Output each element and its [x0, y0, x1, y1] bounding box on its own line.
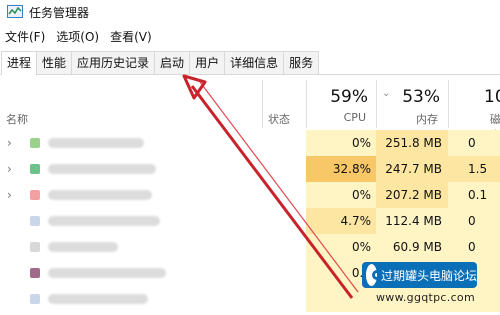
menu-options[interactable]: 选项(O)	[51, 28, 105, 46]
process-icon	[30, 216, 40, 226]
memory-total-percent: 53%	[402, 87, 440, 107]
process-name-blurred	[48, 164, 156, 174]
tab-app-history[interactable]: 应用历史记录	[71, 51, 156, 74]
process-icon	[30, 294, 40, 304]
cpu-cell: 0%	[306, 130, 376, 156]
process-name-blurred	[48, 190, 152, 200]
process-name-blurred	[48, 242, 118, 252]
process-icon	[30, 242, 40, 252]
watermark-url: www.ggqtpc.com	[376, 291, 475, 304]
memory-label: 内存	[416, 113, 438, 126]
memory-cell: 207.2 MB	[376, 182, 448, 208]
menu-view[interactable]: 查看(V)	[105, 28, 158, 46]
table-row[interactable]: 4.7% 112.4 MB 0 MB/s	[0, 208, 500, 254]
tab-users[interactable]: 用户	[189, 51, 226, 74]
watermark-title: 过期罐头电脑论坛	[380, 268, 477, 283]
watermark-badge: 过期罐头电脑论坛	[362, 262, 477, 288]
window-title: 任务管理器	[29, 5, 90, 20]
tab-processes[interactable]: 进程	[1, 51, 38, 75]
table-row[interactable]: › 0% 251.8 MB 0 MB/s	[0, 130, 500, 176]
process-name-blurred	[48, 138, 144, 148]
process-name-blurred	[48, 268, 166, 278]
cpu-label: CPU	[343, 111, 366, 124]
column-header: 名称 状态 59% CPU ⌄ 53% 内存 10 磁盘	[0, 80, 500, 142]
memory-cell: 251.8 MB	[376, 130, 448, 156]
memory-cell: 60.9 MB	[376, 234, 448, 260]
column-name[interactable]: 名称	[6, 111, 28, 127]
title-bar: 任务管理器	[0, 0, 500, 24]
cpu-total-percent: 59%	[330, 87, 368, 107]
disk-total-percent: 10	[484, 87, 500, 107]
tab-startup[interactable]: 启动	[154, 51, 191, 74]
column-status[interactable]: 状态	[268, 111, 290, 127]
disk-cell: 1.5 MB/s	[448, 156, 500, 202]
cpu-cell: 0%	[306, 182, 376, 208]
column-cpu[interactable]: 59% CPU	[306, 80, 376, 128]
cpu-cell	[306, 286, 376, 312]
disk-cell: 0 MB/s	[448, 234, 500, 280]
tab-bar: 进程 性能 应用历史记录 启动 用户 详细信息 服务	[0, 51, 500, 75]
tab-services[interactable]: 服务	[283, 51, 320, 74]
column-divider[interactable]	[262, 80, 263, 128]
cpu-cell: 4.7%	[306, 208, 376, 234]
disk-cell: 0.1 MB/s	[448, 182, 500, 228]
column-memory[interactable]: 53% 内存	[376, 80, 448, 128]
process-icon	[30, 190, 40, 200]
process-icon	[30, 164, 40, 174]
cpu-cell: 0%	[306, 234, 376, 260]
table-row[interactable]: 0% 60.9 MB 0 MB/s	[0, 234, 500, 280]
memory-cell: 247.7 MB	[376, 156, 448, 182]
process-icon	[30, 138, 40, 148]
menu-file[interactable]: 文件(F)	[0, 28, 51, 46]
process-name-blurred	[48, 216, 160, 226]
tab-performance[interactable]: 性能	[36, 51, 73, 74]
disk-cell: 0 MB/s	[448, 130, 500, 176]
table-row[interactable]: › 0% 207.2 MB 0.1 MB/s	[0, 182, 500, 228]
table-row[interactable]: › 32.8% 247.7 MB 1.5 MB/s	[0, 156, 500, 202]
cpu-cell: 32.8%	[306, 156, 376, 182]
expand-chevron-icon[interactable]: ›	[7, 136, 12, 150]
tab-details[interactable]: 详细信息	[224, 51, 285, 74]
memory-cell: 112.4 MB	[376, 208, 448, 234]
task-manager-icon	[7, 4, 23, 20]
column-disk[interactable]: 10 磁盘	[448, 80, 500, 142]
process-name-blurred	[48, 294, 148, 304]
expand-chevron-icon[interactable]: ›	[7, 188, 12, 202]
expand-chevron-icon[interactable]: ›	[7, 162, 12, 176]
disk-cell: 0 MB/s	[448, 208, 500, 254]
forum-logo-icon	[366, 264, 382, 286]
menu-bar: 文件(F) 选项(O) 查看(V)	[0, 28, 158, 46]
process-icon	[30, 268, 40, 278]
